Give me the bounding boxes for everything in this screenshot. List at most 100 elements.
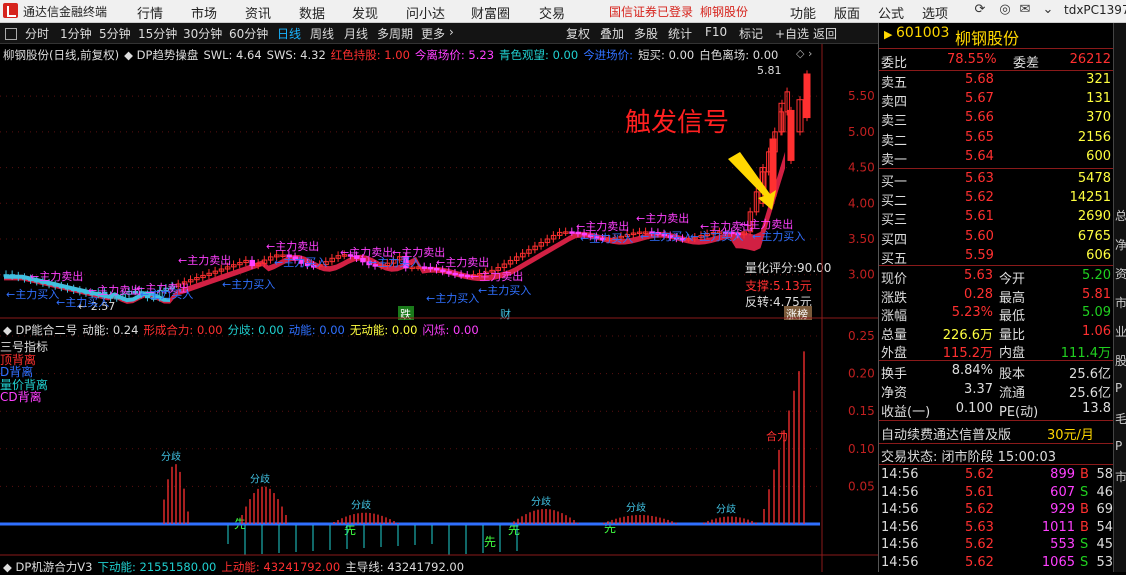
menu-shichang[interactable]: 市场 xyxy=(191,3,217,22)
period-daily[interactable]: 日线 xyxy=(277,25,301,42)
chart-area[interactable]: 柳钢股份(日线,前复权) ◆ DP趋势操盘 SWL: 4.64 SWS: 4.32 红色… xyxy=(0,44,878,574)
candle xyxy=(458,274,465,277)
period-fenshi[interactable]: 分时 xyxy=(25,25,49,42)
drop-tag: 跌 xyxy=(400,307,411,321)
period-weekly[interactable]: 周线 xyxy=(310,25,334,42)
top-menu-bar: 通达信金融终端 行情 市场 资讯 数据 发现 问小达 财富圈 交易 国信证券已登… xyxy=(0,0,1126,23)
menu-banmian[interactable]: 版面 xyxy=(834,3,860,22)
side-strip-char: 市 xyxy=(1115,296,1126,310)
period-monthly[interactable]: 月线 xyxy=(344,25,368,42)
tool-f10[interactable]: F10 xyxy=(705,25,727,39)
main-buy-label: ←主力买入 xyxy=(222,278,275,291)
period-30min[interactable]: 30分钟 xyxy=(183,25,222,42)
refresh-icon[interactable]: ⟳ xyxy=(972,2,988,18)
sub-indicator-legend: 三号指标 顶背离 D背离 量价背离 CD背离 xyxy=(0,341,48,404)
y-tick-sub-3: 0.10 xyxy=(848,442,875,456)
main-buy-label: ←主力买入 xyxy=(140,288,193,301)
bid-row: 买一 5.63 5478 xyxy=(881,171,1111,190)
stock-code: 601003 xyxy=(896,25,950,41)
limit-up-tag: 涨榜 xyxy=(786,307,808,321)
sub-info-item-6: 闪烁: 0.00 xyxy=(422,323,479,337)
y-tick-sub-1: 0.20 xyxy=(848,367,875,381)
ask-row: 卖一 5.64 600 xyxy=(881,148,1111,168)
menu-shuju[interactable]: 数据 xyxy=(299,3,325,22)
candle xyxy=(21,277,28,280)
period-5min[interactable]: 5分钟 xyxy=(99,25,131,42)
period-multi[interactable]: 多周期 xyxy=(377,25,413,42)
menu-gongshi[interactable]: 公式 xyxy=(878,3,904,22)
fundamental-row: 换手 8.84% 股本 25.6亿 xyxy=(881,363,1111,382)
menu-caifuquan[interactable]: 财富圈 xyxy=(471,3,510,22)
bid-row: 买二 5.62 14251 xyxy=(881,190,1111,210)
main-buy-label: ←主力买入 xyxy=(478,284,531,297)
period-60min[interactable]: 60分钟 xyxy=(229,25,268,42)
stat-row: 外盘 115.2万 内盘 111.4万 xyxy=(881,346,1111,362)
chevron-down-icon[interactable]: ⌄ xyxy=(1040,2,1056,18)
menu-zixun[interactable]: 资讯 xyxy=(245,3,271,22)
user-account: tdxPC1397 xyxy=(1064,3,1126,17)
tool-duogu[interactable]: 多股 xyxy=(634,25,658,42)
y-tick-sub-0: 0.25 xyxy=(848,329,875,343)
sub-info-item-0: ◆ DP能合二号 xyxy=(3,323,78,337)
fundamental-row: 净资 3.37 流通 25.6亿 xyxy=(881,381,1111,401)
divergence-label: 分歧 xyxy=(250,472,270,485)
menu-jiaoyi[interactable]: 交易 xyxy=(539,3,565,22)
period-more[interactable]: 更多 xyxy=(421,25,445,42)
stat-row: 涨幅 5.23% 最低 5.09 xyxy=(881,305,1111,325)
menu-gongneng[interactable]: 功能 xyxy=(790,3,816,22)
main-buy-label: ←主力买入 xyxy=(6,288,59,301)
main-sell-label: ←主力卖出 xyxy=(636,211,689,225)
candle xyxy=(769,138,777,197)
menu-wenxiaoda[interactable]: 问小达 xyxy=(406,3,445,22)
side-strip-char: P xyxy=(1115,439,1123,453)
y-tick-main-3: 4.00 xyxy=(848,196,875,210)
divergence-label: 分歧 xyxy=(716,502,736,515)
ask-row: 卖五 5.68 321 xyxy=(881,72,1111,91)
broker-stock-link[interactable]: 柳钢股份 xyxy=(700,3,748,20)
stat-row: 现价 5.63 今开 5.20 xyxy=(881,268,1111,287)
main-buy-label: ←主力买入 xyxy=(690,230,743,243)
tool-fuquan[interactable]: 复权 xyxy=(566,25,590,42)
tool-diejia[interactable]: 叠加 xyxy=(600,25,624,42)
force-label: 合力 xyxy=(766,429,788,443)
candle xyxy=(452,272,458,276)
candle xyxy=(58,285,65,289)
mail-icon[interactable]: ✉ xyxy=(1017,2,1033,18)
legend-item-4: CD背离 xyxy=(0,390,42,404)
divergence-label: 分歧 xyxy=(531,495,551,508)
quant-score: 量化评分:90.00 xyxy=(745,261,831,275)
bid-row: 买五 5.59 606 xyxy=(881,247,1111,267)
divergence-label: 分歧 xyxy=(161,450,181,463)
support-price: 支撑:5.13元 xyxy=(745,278,812,293)
menu-xuanxiang[interactable]: 选项 xyxy=(922,3,948,22)
period-1min[interactable]: 1分钟 xyxy=(60,25,92,42)
user-icon[interactable]: ◎ xyxy=(997,2,1013,18)
candle xyxy=(65,287,71,290)
candle xyxy=(787,109,795,161)
sub-info-item-4: 动能: 0.00 xyxy=(288,323,345,337)
tool-tongji[interactable]: 统计 xyxy=(668,25,692,42)
candle xyxy=(77,289,83,293)
side-strip-char: 市 xyxy=(1115,470,1126,484)
main-sell-label: ←主力卖出 xyxy=(88,283,141,297)
tool-fanhui[interactable]: 返回 xyxy=(813,25,837,42)
tick-row: 14:56 5.62 899 B 58 xyxy=(881,467,1113,482)
broker-login-status[interactable]: 国信证券已登录 xyxy=(609,3,693,20)
trend-ribbon xyxy=(4,151,786,304)
layout-grid-icon[interactable] xyxy=(5,28,17,40)
play-icon[interactable]: ▶ xyxy=(884,28,892,41)
main-sell-label: ←主力卖出 xyxy=(470,269,523,283)
menu-hangqing[interactable]: 行情 xyxy=(137,3,163,22)
sub-info-item-2: 形成合力: 0.00 xyxy=(143,323,223,337)
tick-row: 14:56 5.62 1065 S 53 xyxy=(881,555,1113,570)
tool-zixuan[interactable]: +自选 xyxy=(775,25,809,42)
chevron-right-icon[interactable]: › xyxy=(449,25,454,39)
trade-status: 交易状态: 闭市阶段 15:00:03 xyxy=(881,450,1057,465)
menu-faxian[interactable]: 发现 xyxy=(352,3,378,22)
side-strip-char: 毛 xyxy=(1115,412,1126,426)
period-15min[interactable]: 15分钟 xyxy=(138,25,177,42)
side-info-strip: 总净资市业股P毛P市 xyxy=(1113,23,1126,572)
promo-row[interactable]: 自动续费通达信普及版 30元/月 xyxy=(879,423,1113,443)
tool-biaoji[interactable]: 标记 xyxy=(739,25,763,42)
legend-item-0: 三号指标 xyxy=(0,340,49,354)
